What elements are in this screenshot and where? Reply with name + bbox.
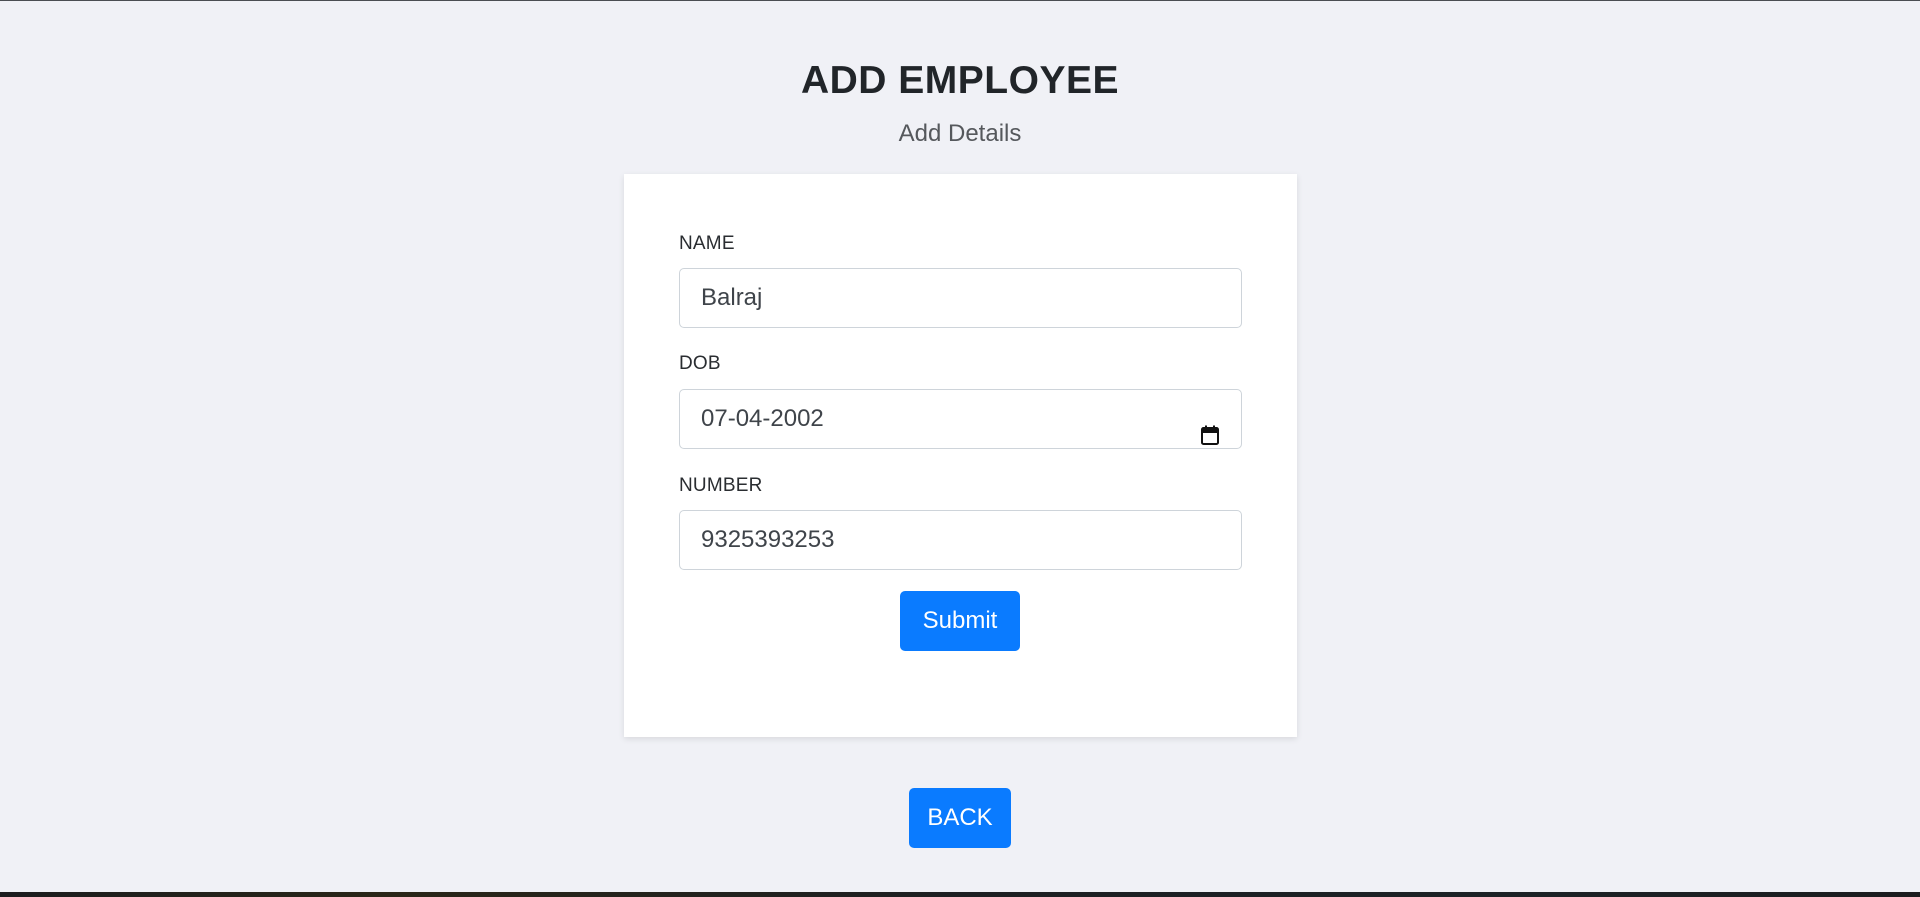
number-label: NUMBER [679, 475, 763, 496]
name-input-value: Balraj [701, 284, 763, 311]
page-subtitle: Add Details [898, 120, 1022, 147]
bottom-edge-bar [0, 892, 1920, 897]
dob-input[interactable]: 07-04-2002 [679, 389, 1242, 449]
employee-form-card: NAME Balraj DOB 07-04-2002 NUMBER 932539… [624, 174, 1297, 737]
dob-input-value: 07-04-2002 [701, 405, 824, 432]
number-input-value: 9325393253 [701, 526, 835, 553]
page-title: ADD EMPLOYEE [800, 59, 1120, 102]
back-button[interactable]: BACK [909, 788, 1011, 848]
calendar-icon[interactable] [1201, 409, 1219, 445]
number-input[interactable]: 9325393253 [679, 510, 1242, 570]
submit-button[interactable]: Submit [900, 591, 1020, 651]
name-label: NAME [679, 233, 735, 254]
name-input[interactable]: Balraj [679, 268, 1242, 328]
dob-label: DOB [679, 353, 721, 374]
